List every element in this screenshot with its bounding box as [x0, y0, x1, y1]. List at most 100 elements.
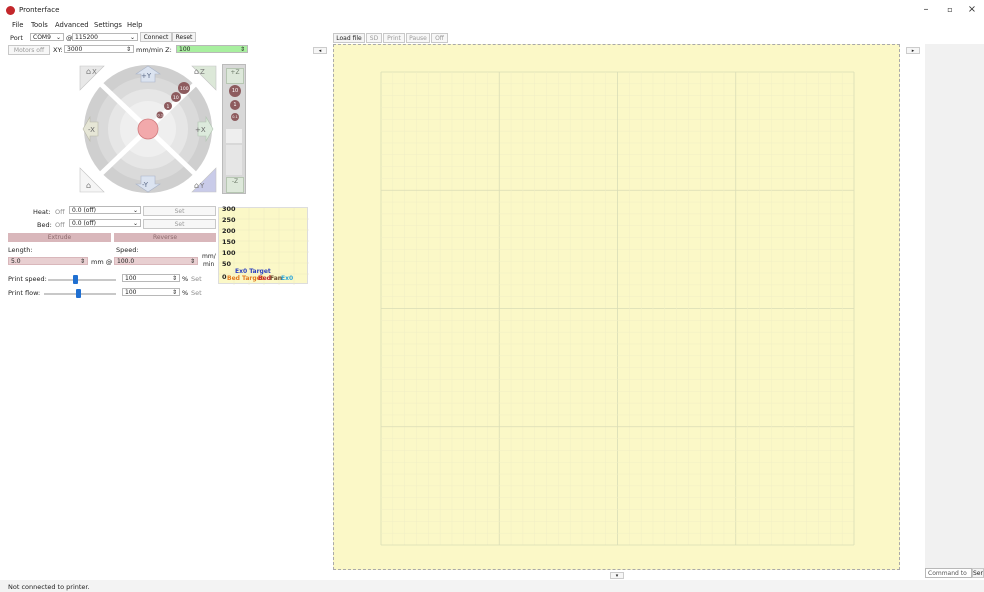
- extrude-button[interactable]: Extrude: [8, 233, 111, 242]
- chevron-down-icon: ⌄: [132, 207, 138, 214]
- status-bar: Not connected to printer.: [0, 580, 984, 592]
- z-ring-inner[interactable]: [226, 129, 242, 143]
- home-y-label: Y: [199, 182, 205, 190]
- pronterface-logo-icon: [6, 6, 15, 15]
- bed-temp-select[interactable]: 0.0 (off) ⌄: [69, 219, 141, 227]
- collapse-left-button[interactable]: ◂: [313, 47, 327, 54]
- spin-arrows-icon[interactable]: ⇕: [172, 275, 177, 283]
- port-select[interactable]: COM9 ⌄: [30, 33, 64, 41]
- port-value: COM9: [33, 34, 51, 41]
- step-100-label: 100: [180, 86, 189, 92]
- print-flow-slider-thumb[interactable]: [75, 289, 81, 298]
- feedrate-unit-label: mm/min Z:: [136, 46, 172, 54]
- graph-tick-200: 200: [222, 227, 236, 235]
- graph-tick-100: 100: [222, 249, 236, 257]
- minus-x-label: -X: [88, 126, 95, 134]
- extrude-speed-value: 100.0: [117, 258, 135, 265]
- title-bar: Pronterface – ▫ ×: [0, 0, 984, 20]
- z-feedrate-input[interactable]: 100 ⇕: [176, 45, 248, 53]
- sd-button[interactable]: SD: [366, 33, 382, 43]
- z-jog-control[interactable]: +Z 10 1 0.1 -Z: [222, 64, 246, 194]
- print-plate-grid: [380, 71, 855, 546]
- plus-x-label: +X: [195, 126, 206, 134]
- legend-bed: Bed: [258, 275, 271, 282]
- length-label: Length:: [8, 246, 33, 254]
- baud-value: 115200: [75, 34, 98, 41]
- heat-set-button[interactable]: Set: [143, 206, 216, 216]
- chevron-down-icon: ⌄: [129, 34, 135, 41]
- bed-set-button[interactable]: Set: [143, 219, 216, 229]
- mm-at-label: mm @: [91, 258, 113, 266]
- step-01-label: 0.1: [158, 114, 164, 118]
- status-text: Not connected to printer.: [8, 583, 90, 591]
- z-feedrate-value: 100: [179, 46, 191, 53]
- graph-tick-300: 300: [222, 205, 236, 213]
- baud-select[interactable]: 115200 ⌄: [72, 33, 138, 41]
- plus-z-button[interactable]: +Z: [226, 68, 244, 84]
- home-icon: ⌂: [194, 67, 199, 76]
- xy-label: XY:: [53, 46, 63, 54]
- spin-arrows-icon[interactable]: ⇕: [240, 46, 245, 54]
- graph-tick-150: 150: [222, 238, 236, 246]
- print-speed-input[interactable]: 100 ⇕: [122, 274, 180, 282]
- print-button[interactable]: Print: [383, 33, 405, 43]
- print-plate-canvas[interactable]: [333, 44, 900, 570]
- extrude-speed-input[interactable]: 100.0 ⇕: [114, 257, 198, 265]
- spin-arrows-icon[interactable]: ⇕: [172, 289, 177, 297]
- plus-y-label: +Y: [141, 72, 152, 80]
- maximize-button[interactable]: ▫: [941, 5, 959, 14]
- hotend-temp-select[interactable]: 0.0 (off) ⌄: [69, 206, 141, 214]
- spin-arrows-icon[interactable]: ⇕: [126, 46, 131, 54]
- load-file-button[interactable]: Load file: [333, 33, 365, 43]
- motors-off-button[interactable]: Motors off: [8, 45, 50, 55]
- step-10-label: 10: [173, 95, 179, 101]
- print-speed-unit: %: [182, 275, 189, 283]
- minus-z-button[interactable]: -Z: [226, 177, 244, 193]
- menu-settings[interactable]: Settings: [94, 21, 122, 29]
- hotend-temp-value: 0.0 (off): [72, 207, 96, 214]
- z-step-01-badge[interactable]: 0.1: [231, 113, 239, 121]
- connect-button[interactable]: Connect: [140, 32, 172, 42]
- z-step-1-badge[interactable]: 1: [230, 100, 240, 110]
- extrude-length-input[interactable]: 5.0 ⇕: [8, 257, 88, 265]
- print-speed-slider[interactable]: [48, 279, 116, 281]
- print-speed-slider-thumb[interactable]: [73, 275, 79, 284]
- home-x-label: X: [92, 68, 97, 76]
- collapse-right-button[interactable]: ▸: [906, 47, 920, 54]
- menu-help[interactable]: Help: [127, 21, 143, 29]
- print-flow-set-button[interactable]: Set: [191, 289, 202, 297]
- xy-jog-control[interactable]: X Z Y ⌂ ⌂ ⌂ ⌂ +Y -Y -X +X 100 10 1 0.1: [78, 64, 218, 194]
- spin-arrows-icon[interactable]: ⇕: [80, 258, 85, 266]
- step-1-label: 1: [167, 104, 170, 110]
- bed-label: Bed:: [37, 221, 52, 229]
- reverse-button[interactable]: Reverse: [114, 233, 216, 242]
- print-speed-set-button[interactable]: Set: [191, 275, 202, 283]
- collapse-bottom-button[interactable]: ▾: [610, 572, 624, 579]
- heat-off-button[interactable]: Off: [55, 208, 65, 216]
- window-title: Pronterface: [19, 6, 60, 14]
- menu-file[interactable]: File: [12, 21, 23, 29]
- close-button[interactable]: ×: [963, 4, 981, 15]
- xy-feedrate-input[interactable]: 3000 ⇕: [64, 45, 134, 53]
- legend-ex0: Ex0: [281, 275, 294, 282]
- minimize-button[interactable]: –: [917, 4, 935, 15]
- spin-arrows-icon[interactable]: ⇕: [190, 258, 195, 266]
- print-speed-label: Print speed:: [8, 275, 47, 283]
- menu-tools[interactable]: Tools: [31, 21, 48, 29]
- speed-unit-bottom: min: [203, 261, 215, 268]
- send-button[interactable]: Sen: [972, 568, 984, 578]
- legend-ex0-target: Ex0 Target: [235, 268, 271, 275]
- print-flow-input[interactable]: 100 ⇕: [122, 288, 180, 296]
- bed-off-button[interactable]: Off: [55, 221, 65, 229]
- temperature-graph: 300 250 200 150 100 50 0 Ex0 Target Bed …: [218, 205, 309, 285]
- command-input[interactable]: Command to: [925, 568, 972, 578]
- z-ring-lower[interactable]: [226, 145, 242, 175]
- bed-temp-value: 0.0 (off): [72, 220, 96, 227]
- pause-button[interactable]: Pause: [406, 33, 430, 43]
- home-icon: ⌂: [194, 181, 199, 190]
- menu-advanced[interactable]: Advanced: [55, 21, 89, 29]
- reset-button[interactable]: Reset: [172, 32, 196, 42]
- graph-tick-250: 250: [222, 216, 236, 224]
- off-button[interactable]: Off: [431, 33, 448, 43]
- z-step-10-badge[interactable]: 10: [229, 85, 241, 97]
